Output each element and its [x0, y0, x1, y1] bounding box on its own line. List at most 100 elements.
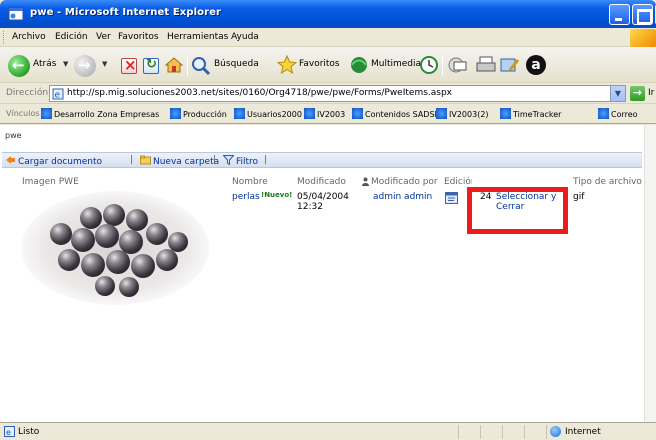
ie-link-icon: [170, 108, 181, 119]
edit-document-icon[interactable]: [445, 192, 458, 204]
toolbar-separator: [187, 56, 188, 76]
action-separator: |: [213, 155, 217, 165]
column-header-image[interactable]: Imagen PWE: [22, 177, 79, 187]
user-icon: [362, 177, 369, 186]
link-label[interactable]: IV2003: [317, 110, 345, 119]
back-dropdown-icon[interactable]: ▼: [63, 60, 68, 68]
edit-column-clip: Edición: [442, 175, 472, 187]
maximize-button[interactable]: [632, 4, 653, 25]
upload-document-button[interactable]: Cargar documento: [5, 155, 102, 167]
links-bar: Vínculos Desarrollo Zona Empresas Produc…: [0, 104, 656, 124]
go-arrow-icon[interactable]: →: [630, 86, 645, 101]
status-divider: [458, 425, 459, 439]
menu-favoritos[interactable]: Favoritos: [118, 32, 159, 42]
window-title: pwe - Microsoft Internet Explorer: [30, 7, 222, 18]
ie-link-icon: [41, 108, 52, 119]
favorites-star-icon[interactable]: [277, 55, 297, 75]
pearls-image[interactable]: [21, 190, 210, 306]
breadcrumb[interactable]: pwe: [5, 131, 22, 140]
back-label[interactable]: Atrás: [33, 59, 56, 69]
filter-button[interactable]: Filtro: [223, 155, 258, 167]
modified-time: 12:32: [297, 202, 323, 212]
mail-icon[interactable]: [448, 56, 468, 74]
menu-herramientas[interactable]: Herramientas: [167, 32, 228, 42]
action-toolbar: Cargar documento | Nueva carpeta | Filtr…: [2, 152, 642, 168]
document-name-link[interactable]: perlas: [232, 192, 260, 202]
favorites-label[interactable]: Favoritos: [299, 59, 340, 69]
menu-ayuda[interactable]: Ayuda: [231, 32, 259, 42]
media-icon[interactable]: [349, 55, 369, 75]
status-divider: [480, 425, 481, 439]
link-label[interactable]: Contenidos SADSL: [365, 110, 439, 119]
status-bar: e Listo Internet: [0, 422, 656, 440]
forward-arrow-icon[interactable]: [74, 55, 96, 77]
file-type: gif: [573, 192, 585, 202]
svg-text:e: e: [6, 428, 11, 437]
page-icon: e: [52, 88, 64, 100]
action-separator: |: [264, 155, 268, 165]
link-produccion[interactable]: Producción: [170, 108, 227, 119]
link-iv2003-2[interactable]: IV2003(2): [436, 108, 489, 119]
home-icon[interactable]: [165, 56, 183, 74]
filter-label[interactable]: Filtro: [236, 157, 258, 167]
ie-link-icon: [436, 108, 447, 119]
standard-toolbar: Atrás ▼ ▼ Búsqueda Favoritos Multimedia …: [0, 47, 656, 83]
menu-ver[interactable]: Ver: [96, 32, 111, 42]
column-header-type[interactable]: Tipo de archivo: [573, 177, 642, 187]
link-desarrollo[interactable]: Desarrollo Zona Empresas: [41, 108, 159, 119]
forward-dropdown-icon[interactable]: ▼: [102, 60, 107, 68]
address-dropdown-icon[interactable]: ▼: [610, 86, 625, 101]
messenger-icon[interactable]: a: [526, 55, 546, 75]
print-icon[interactable]: [476, 56, 496, 74]
stop-icon[interactable]: [121, 56, 137, 74]
link-usuarios2000[interactable]: Usuarios2000: [234, 108, 302, 119]
highlight-box: [467, 187, 568, 234]
menu-archivo[interactable]: Archivo: [12, 32, 46, 42]
menu-edicion[interactable]: Edición: [55, 32, 88, 42]
column-header-edit[interactable]: Edición: [444, 177, 472, 187]
minimize-button[interactable]: [609, 4, 630, 25]
new-folder-button[interactable]: Nueva carpeta: [140, 155, 219, 167]
link-contenidos[interactable]: Contenidos SADSL: [352, 108, 439, 119]
status-text: Listo: [18, 427, 40, 437]
link-timetracker[interactable]: TimeTracker: [500, 108, 561, 119]
new-badge: !Nuevo!: [261, 191, 293, 199]
vertical-scrollbar[interactable]: [644, 125, 656, 422]
address-input[interactable]: e http://sp.mig.soluciones2003.net/sites…: [49, 85, 626, 102]
internet-zone-globe-icon: [550, 426, 561, 437]
link-label[interactable]: Usuarios2000: [247, 110, 302, 119]
go-label[interactable]: Ir: [648, 88, 654, 98]
modified-by-link[interactable]: admin admin: [373, 192, 432, 202]
svg-text:e: e: [55, 91, 61, 101]
link-label[interactable]: IV2003(2): [449, 110, 489, 119]
new-folder-label[interactable]: Nueva carpeta: [153, 157, 219, 167]
menu-grip: [3, 31, 6, 44]
media-label[interactable]: Multimedia: [371, 59, 421, 69]
upload-arrow-icon: [6, 156, 15, 164]
link-label[interactable]: Correo: [611, 110, 638, 119]
history-icon[interactable]: [419, 55, 439, 75]
upload-label[interactable]: Cargar documento: [18, 157, 102, 167]
ie-link-icon: [598, 108, 609, 119]
address-bar: Dirección e http://sp.mig.soluciones2003…: [0, 83, 656, 104]
edit-icon[interactable]: [500, 57, 520, 73]
search-icon[interactable]: [191, 56, 211, 76]
column-header-modified[interactable]: Modificado: [297, 177, 346, 187]
new-badge-label: Nuevo: [264, 191, 290, 199]
refresh-icon[interactable]: [143, 57, 159, 74]
address-label: Dirección: [6, 88, 49, 98]
status-divider: [546, 425, 547, 439]
link-label[interactable]: Producción: [183, 110, 227, 119]
address-url[interactable]: http://sp.mig.soluciones2003.net/sites/0…: [67, 88, 452, 98]
link-label[interactable]: TimeTracker: [513, 110, 561, 119]
link-label[interactable]: Desarrollo Zona Empresas: [54, 110, 159, 119]
link-iv2003[interactable]: IV2003: [304, 108, 345, 119]
filter-icon: [223, 155, 234, 165]
column-header-name[interactable]: Nombre: [232, 177, 268, 187]
search-label[interactable]: Búsqueda: [214, 59, 259, 69]
back-arrow-icon[interactable]: [8, 55, 30, 77]
status-divider: [524, 425, 525, 439]
column-header-modified-by[interactable]: Modificado por: [371, 177, 438, 187]
ie-page-icon: [8, 7, 24, 21]
link-correo[interactable]: Correo: [598, 108, 638, 119]
